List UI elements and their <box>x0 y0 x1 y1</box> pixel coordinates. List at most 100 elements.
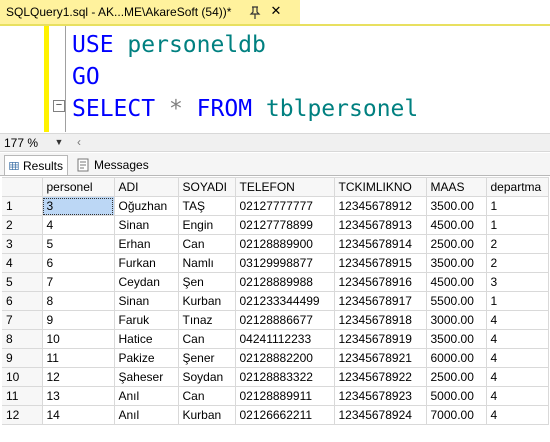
maas-cell[interactable]: 5000.00 <box>426 386 487 406</box>
telefon-cell[interactable]: 02127777777 <box>235 196 335 216</box>
tckimlikno-cell[interactable]: 12345678921 <box>334 348 427 368</box>
adi-cell[interactable]: Ceydan <box>114 272 179 292</box>
row-number[interactable]: 9 <box>2 348 43 368</box>
tckimlikno-cell[interactable]: 12345678918 <box>334 310 427 330</box>
personel-cell[interactable]: 12 <box>42 367 115 387</box>
adi-cell[interactable]: Sinan <box>114 291 179 311</box>
personel-cell[interactable]: 3 <box>42 196 115 216</box>
personel-cell[interactable]: 4 <box>42 215 115 235</box>
adi-cell[interactable]: Pakize <box>114 348 179 368</box>
tckimlikno-cell[interactable]: 12345678922 <box>334 367 427 387</box>
column-header-departman[interactable]: departma <box>486 177 549 197</box>
maas-cell[interactable]: 7000.00 <box>426 405 487 425</box>
column-header-corner[interactable] <box>2 177 43 197</box>
table-row[interactable]: 11 13 Anıl Can 02128889911 12345678923 5000.00… <box>2 386 549 406</box>
tckimlikno-cell[interactable]: 12345678914 <box>334 234 427 254</box>
pin-icon[interactable] <box>247 4 263 20</box>
telefon-cell[interactable]: 02128886677 <box>235 310 335 330</box>
departman-cell[interactable]: 4 <box>486 386 549 406</box>
tckimlikno-cell[interactable]: 12345678913 <box>334 215 427 235</box>
adi-cell[interactable]: Anıl <box>114 405 179 425</box>
adi-cell[interactable]: Sinan <box>114 215 179 235</box>
column-header-tckimlikno[interactable]: TCKIMLIKNO <box>334 177 427 197</box>
tckimlikno-cell[interactable]: 12345678917 <box>334 291 427 311</box>
telefon-cell[interactable]: 03129998877 <box>235 253 335 273</box>
row-number[interactable]: 5 <box>2 272 43 292</box>
telefon-cell[interactable]: 02128889911 <box>235 386 335 406</box>
column-header-soyadi[interactable]: SOYADI <box>178 177 236 197</box>
departman-cell[interactable]: 1 <box>486 291 549 311</box>
table-row[interactable]: 4 6 Furkan Namlı 03129998877 12345678915 3500.… <box>2 253 549 273</box>
personel-cell[interactable]: 5 <box>42 234 115 254</box>
table-row[interactable]: 3 5 Erhan Can 02128889900 12345678914 2500.00 2 <box>2 234 549 254</box>
horizontal-scrollbar[interactable] <box>88 137 548 148</box>
row-number[interactable]: 1 <box>2 196 43 216</box>
maas-cell[interactable]: 3500.00 <box>426 196 487 216</box>
row-number[interactable]: 7 <box>2 310 43 330</box>
telefon-cell[interactable]: 02128883322 <box>235 367 335 387</box>
departman-cell[interactable]: 2 <box>486 253 549 273</box>
table-row[interactable]: 7 9 Faruk Tınaz 02128886677 12345678918 3000.0… <box>2 310 549 330</box>
soyadi-cell[interactable]: Can <box>178 329 236 349</box>
query-editor[interactable]: USE personeldb GO − SELECT * FROM tblper… <box>0 26 550 132</box>
adi-cell[interactable]: Oğuzhan <box>114 196 179 216</box>
adi-cell[interactable]: Anıl <box>114 386 179 406</box>
departman-cell[interactable]: 4 <box>486 310 549 330</box>
column-header-telefon[interactable]: TELEFON <box>235 177 335 197</box>
personel-cell[interactable]: 7 <box>42 272 115 292</box>
row-number[interactable]: 8 <box>2 329 43 349</box>
maas-cell[interactable]: 3000.00 <box>426 310 487 330</box>
row-number[interactable]: 12 <box>2 405 43 425</box>
personel-cell[interactable]: 9 <box>42 310 115 330</box>
departman-cell[interactable]: 4 <box>486 367 549 387</box>
table-row[interactable]: 1 3 Oğuzhan TAŞ 02127777777 12345678912 3500.0… <box>2 196 549 216</box>
soyadi-cell[interactable]: Kurban <box>178 291 236 311</box>
soyadi-cell[interactable]: Can <box>178 234 236 254</box>
column-header-maas[interactable]: MAAS <box>426 177 487 197</box>
tckimlikno-cell[interactable]: 12345678912 <box>334 196 427 216</box>
tab-messages[interactable]: Messages <box>72 155 154 175</box>
row-number[interactable]: 2 <box>2 215 43 235</box>
tckimlikno-cell[interactable]: 12345678916 <box>334 272 427 292</box>
departman-cell[interactable]: 1 <box>486 215 549 235</box>
personel-cell[interactable]: 10 <box>42 329 115 349</box>
maas-cell[interactable]: 6000.00 <box>426 348 487 368</box>
soyadi-cell[interactable]: Şener <box>178 348 236 368</box>
maas-cell[interactable]: 3500.00 <box>426 253 487 273</box>
telefon-cell[interactable]: 02126662211 <box>235 405 335 425</box>
soyadi-cell[interactable]: Soydan <box>178 367 236 387</box>
personel-cell[interactable]: 13 <box>42 386 115 406</box>
departman-cell[interactable]: 1 <box>486 196 549 216</box>
tab-results[interactable]: Results <box>4 155 68 175</box>
telefon-cell[interactable]: 02128889988 <box>235 272 335 292</box>
telefon-cell[interactable]: 04241112233 <box>235 329 335 349</box>
adi-cell[interactable]: Erhan <box>114 234 179 254</box>
maas-cell[interactable]: 4500.00 <box>426 215 487 235</box>
row-number[interactable]: 3 <box>2 234 43 254</box>
column-header-personel[interactable]: personel <box>42 177 115 197</box>
column-header-adi[interactable]: ADI <box>114 177 179 197</box>
table-row[interactable]: 10 12 Şaheser Soydan 02128883322 12345678922 2… <box>2 367 549 387</box>
maas-cell[interactable]: 5500.00 <box>426 291 487 311</box>
tckimlikno-cell[interactable]: 12345678919 <box>334 329 427 349</box>
close-icon[interactable]: ✕ <box>268 3 284 19</box>
departman-cell[interactable]: 4 <box>486 405 549 425</box>
collapse-icon[interactable]: − <box>53 100 65 112</box>
soyadi-cell[interactable]: TAŞ <box>178 196 236 216</box>
table-row[interactable]: 8 10 Hatice Can 04241112233 12345678919 3500.0… <box>2 329 549 349</box>
table-row[interactable]: 12 14 Anıl Kurban 02126662211 12345678924 7000… <box>2 405 549 425</box>
chevron-down-icon[interactable]: ▼ <box>52 135 66 150</box>
soyadi-cell[interactable]: Can <box>178 386 236 406</box>
row-number[interactable]: 6 <box>2 291 43 311</box>
soyadi-cell[interactable]: Şen <box>178 272 236 292</box>
personel-cell[interactable]: 11 <box>42 348 115 368</box>
departman-cell[interactable]: 4 <box>486 329 549 349</box>
personel-cell[interactable]: 8 <box>42 291 115 311</box>
zoom-level[interactable]: 177 % <box>4 136 38 150</box>
scroll-left-icon[interactable]: ‹ <box>72 135 86 150</box>
adi-cell[interactable]: Faruk <box>114 310 179 330</box>
maas-cell[interactable]: 2500.00 <box>426 367 487 387</box>
table-row[interactable]: 9 11 Pakize Şener 02128882200 12345678921 6000… <box>2 348 549 368</box>
tckimlikno-cell[interactable]: 12345678923 <box>334 386 427 406</box>
soyadi-cell[interactable]: Engin <box>178 215 236 235</box>
